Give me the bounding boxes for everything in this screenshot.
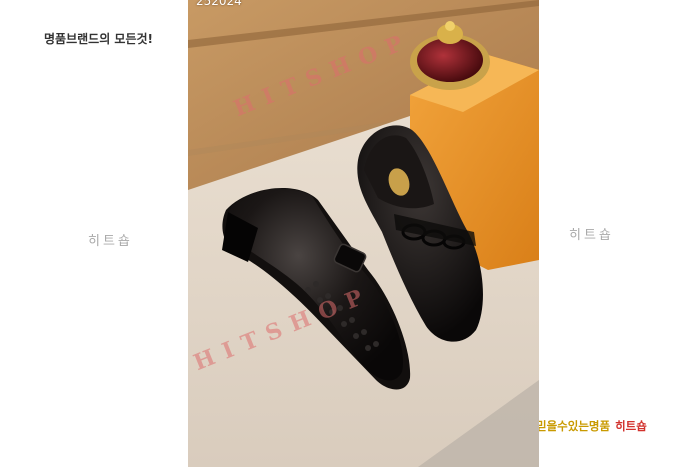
product-code: 252024 [196, 0, 242, 8]
tagline: 명품브랜드의 모든것! [44, 32, 154, 46]
footer-slogan: 믿을수있는명품 히트숍 [536, 418, 647, 434]
product-photo: 252024 HITSHOP HITSHOP [188, 0, 539, 467]
watermark-right: 히트숍 [569, 228, 614, 243]
slogan-part1: 믿을수있는명품 [536, 419, 611, 433]
slogan-part2: 히트숍 [615, 419, 647, 433]
watermark-left: 히트숍 [88, 234, 133, 249]
